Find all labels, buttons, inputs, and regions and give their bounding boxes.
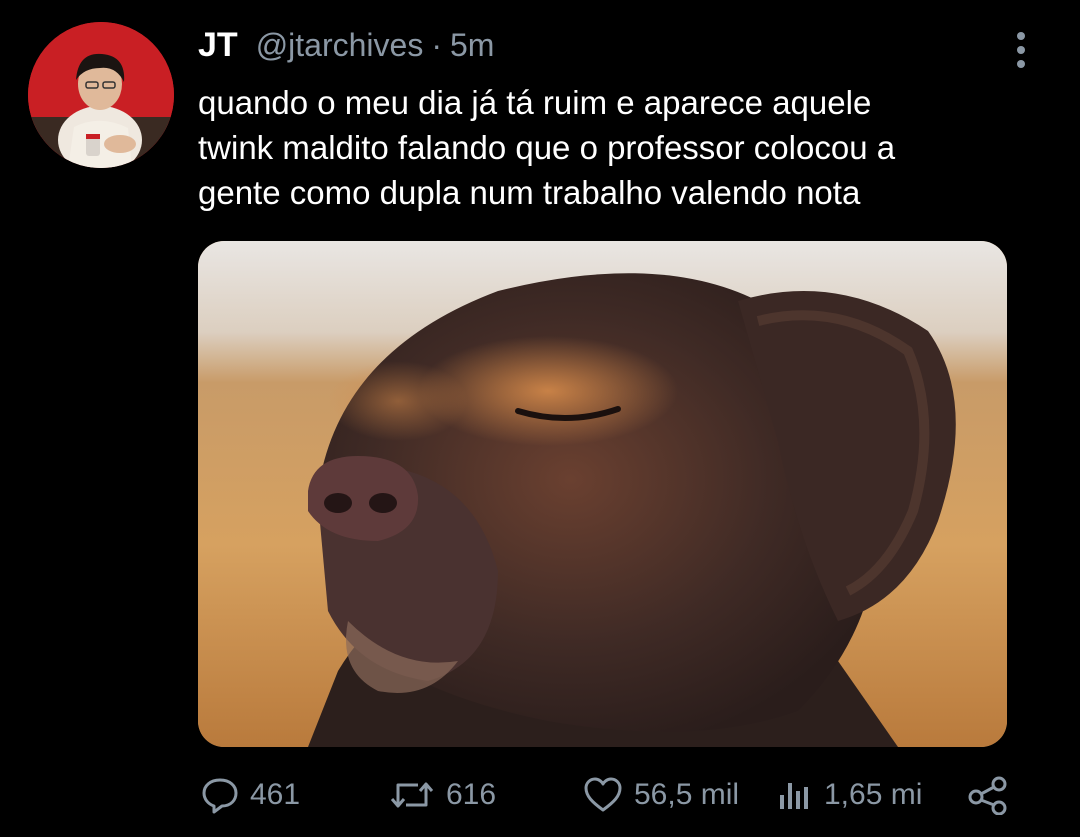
heart-icon	[584, 777, 622, 812]
share-button[interactable]	[966, 770, 1010, 820]
retweet-count: 616	[446, 778, 497, 811]
views-count: 1,65 mi	[824, 778, 923, 811]
analytics-icon	[780, 783, 808, 809]
like-button[interactable]: 56,5 mil	[582, 770, 739, 820]
profile-photo-icon	[28, 22, 174, 168]
timestamp[interactable]: 5m	[450, 27, 494, 64]
tweet-media[interactable]	[198, 241, 1007, 747]
share-icon	[968, 776, 1007, 815]
avatar[interactable]	[28, 22, 174, 168]
tweet-header: JT @jtarchives · 5m	[198, 26, 494, 65]
action-bar: 461 616 56,5 mil 1,65 mi	[0, 770, 1080, 820]
user-handle[interactable]: @jtarchives	[256, 27, 424, 64]
dog-photo-icon	[198, 241, 1007, 747]
tweet-text: quando o meu dia já tá ruim e aparece aq…	[198, 84, 896, 211]
separator-dot: ·	[431, 27, 442, 63]
more-options-icon[interactable]	[1008, 30, 1034, 70]
reply-count: 461	[250, 778, 301, 811]
display-name[interactable]: JT	[198, 26, 238, 65]
like-count: 56,5 mil	[634, 778, 740, 811]
reply-button[interactable]: 461	[200, 770, 300, 820]
views-button[interactable]: 1,65 mi	[774, 770, 922, 820]
reply-icon	[202, 778, 238, 814]
retweet-icon	[390, 782, 434, 808]
retweet-button[interactable]: 616	[388, 770, 496, 820]
